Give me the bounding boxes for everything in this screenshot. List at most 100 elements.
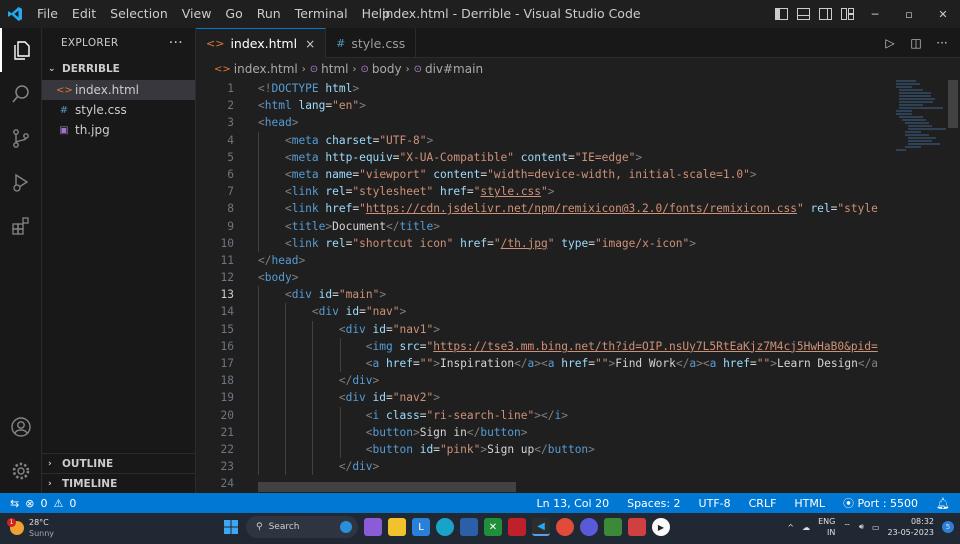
media-player-icon[interactable]: ▶	[652, 518, 670, 536]
menu-edit[interactable]: Edit	[65, 0, 103, 28]
store-icon[interactable]: L	[412, 518, 430, 536]
code-line[interactable]: 4 <meta charset="UTF-8">	[196, 131, 896, 149]
encoding[interactable]: UTF-8	[699, 497, 731, 510]
menu-selection[interactable]: Selection	[103, 0, 175, 28]
vscode-taskbar-icon[interactable]: ◀	[532, 518, 550, 536]
code-editor[interactable]: 1 <!DOCTYPE html> 2 <html lang="en"> 3 <head>…	[196, 80, 896, 493]
restore-icon[interactable]: ▫	[892, 0, 926, 28]
code-line[interactable]: 18 </div>	[196, 372, 896, 390]
tab-style-css[interactable]: # style.css	[326, 28, 417, 58]
code-line[interactable]: 1 <!DOCTYPE html>	[196, 80, 896, 97]
end-of-line[interactable]: CRLF	[749, 497, 777, 510]
edge-icon[interactable]	[436, 518, 454, 536]
clock[interactable]: 08:32 23-05-2023	[888, 516, 935, 538]
xbox-icon[interactable]: ✕	[484, 518, 502, 536]
wifi-icon[interactable]: ⌔	[843, 522, 851, 532]
explorer-icon[interactable]	[0, 28, 42, 72]
close-window-icon[interactable]: ✕	[926, 0, 960, 28]
volume-icon[interactable]: 🔊︎	[859, 522, 864, 532]
code-line[interactable]: 19 <div id="nav2">	[196, 389, 896, 407]
toggle-primary-sidebar-icon[interactable]	[770, 0, 792, 28]
run-icon[interactable]: ▷	[880, 36, 900, 50]
code-line[interactable]: 11 </head>	[196, 252, 896, 269]
horizontal-scrollbar[interactable]	[258, 482, 516, 492]
toggle-secondary-sidebar-icon[interactable]	[814, 0, 836, 28]
chevron-up-icon[interactable]: ^	[787, 523, 794, 532]
toggle-panel-icon[interactable]	[792, 0, 814, 28]
outline-section[interactable]: › OUTLINE	[42, 453, 196, 473]
code-line[interactable]: 3 <head>	[196, 114, 896, 131]
code-line[interactable]: 14 <div id="nav">	[196, 303, 896, 321]
notification-badge[interactable]: 5	[942, 521, 954, 533]
settings-gear-icon[interactable]	[0, 449, 42, 493]
breadcrumb-item[interactable]: html	[321, 62, 348, 76]
mcafee-icon[interactable]	[508, 518, 526, 536]
indentation[interactable]: Spaces: 2	[627, 497, 680, 510]
notifications-bell-icon[interactable]: 🔔︎	[936, 497, 950, 510]
battery-icon[interactable]: ▭	[872, 523, 880, 532]
search-icon[interactable]	[0, 72, 42, 116]
menu-terminal[interactable]: Terminal	[288, 0, 355, 28]
teams-chat-icon[interactable]	[364, 518, 382, 536]
code-line[interactable]: 20 <i class="ri-search-line"></i>	[196, 406, 896, 424]
terminal-icon[interactable]	[460, 518, 478, 536]
weather-widget[interactable]: 1 28°C Sunny	[7, 517, 54, 539]
menu-file[interactable]: File	[30, 0, 65, 28]
breadcrumb-item[interactable]: div#main	[425, 62, 483, 76]
more-actions-icon[interactable]: ···	[932, 36, 952, 50]
breadcrumb-item[interactable]: index.html	[234, 62, 298, 76]
whatsapp-icon[interactable]	[580, 518, 598, 536]
minimap[interactable]	[896, 80, 956, 280]
code-line[interactable]: 2 <html lang="en">	[196, 97, 896, 114]
menu-view[interactable]: View	[175, 0, 219, 28]
code-line[interactable]: 7 <link rel="stylesheet" href="style.css…	[196, 183, 896, 201]
more-actions-icon[interactable]: ···	[169, 35, 183, 51]
cursor-position[interactable]: Ln 13, Col 20	[537, 497, 610, 510]
onedrive-icon[interactable]: ☁	[802, 523, 810, 532]
warning-icon[interactable]: ⚠	[53, 497, 63, 510]
menu-go[interactable]: Go	[218, 0, 249, 28]
windows-start-icon[interactable]	[222, 518, 240, 536]
split-editor-icon[interactable]: ◫	[906, 36, 926, 50]
code-line[interactable]: 9 <title>Document</title>	[196, 217, 896, 235]
code-line[interactable]: 10 <link rel="shortcut icon" href="/th.j…	[196, 234, 896, 252]
code-line[interactable]: 16 <img src="https://tse3.mm.bing.net/th…	[196, 337, 896, 355]
code-line[interactable]: 17 <a href="">Inspiration</a><a href="">…	[196, 355, 896, 373]
code-line[interactable]: 23 </div>	[196, 458, 896, 476]
source-control-icon[interactable]	[0, 116, 42, 160]
minimize-icon[interactable]: ─	[858, 0, 892, 28]
code-line[interactable]: 8 <link href="https://cdn.jsdelivr.net/n…	[196, 200, 896, 218]
tab-index-html[interactable]: <> index.html ×	[196, 28, 327, 58]
scrollbar-thumb[interactable]	[948, 80, 958, 128]
live-server-port[interactable]: ⦿ Port : 5500	[843, 495, 918, 511]
code-line[interactable]: 12 <body>	[196, 269, 896, 286]
extensions-icon[interactable]	[0, 204, 42, 248]
file-explorer-icon[interactable]	[388, 518, 406, 536]
accounts-icon[interactable]	[0, 405, 42, 449]
code-line[interactable]: 21 <button>Sign in</button>	[196, 423, 896, 441]
run-debug-icon[interactable]	[0, 160, 42, 204]
language-indicator[interactable]: ENG IN	[818, 516, 835, 538]
code-line[interactable]: 13 <div id="main">	[196, 286, 896, 304]
language-mode[interactable]: HTML	[794, 497, 825, 510]
timeline-section[interactable]: › TIMELINE	[42, 473, 196, 493]
remote-icon[interactable]: ⇆	[10, 497, 19, 510]
file-item[interactable]: ▣ th.jpg	[42, 120, 195, 140]
vertical-scrollbar[interactable]	[946, 80, 960, 493]
warning-count[interactable]: 0	[69, 497, 76, 510]
code-line[interactable]: 22 <button id="pink">Sign up</button>	[196, 440, 896, 459]
recorder-icon[interactable]	[628, 518, 646, 536]
menu-run[interactable]: Run	[250, 0, 288, 28]
code-line[interactable]: 15 <div id="nav1">	[196, 320, 896, 338]
folder-derrible[interactable]: ⌄ DERRIBLE	[42, 58, 195, 80]
error-icon[interactable]: ⊗	[25, 497, 34, 510]
file-item[interactable]: <> index.html	[42, 80, 195, 100]
taskbar-search[interactable]: ⚲ Search	[246, 516, 358, 538]
meet-icon[interactable]	[604, 518, 622, 536]
code-line[interactable]: 5 <meta http-equiv="X-UA-Compatible" con…	[196, 148, 896, 166]
code-line[interactable]: 6 <meta name="viewport" content="width=d…	[196, 165, 896, 184]
close-icon[interactable]: ×	[305, 37, 315, 51]
breadcrumb-item[interactable]: body	[372, 62, 402, 76]
error-count[interactable]: 0	[40, 497, 47, 510]
file-item[interactable]: # style.css	[42, 100, 195, 120]
